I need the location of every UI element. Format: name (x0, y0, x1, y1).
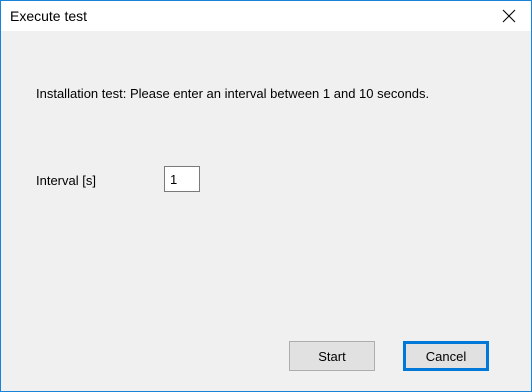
close-icon (501, 8, 517, 24)
start-button[interactable]: Start (289, 341, 375, 371)
dialog-window: Execute test Installation test: Please e… (0, 0, 532, 392)
instruction-text: Installation test: Please enter an inter… (36, 86, 430, 101)
title-bar: Execute test (1, 1, 531, 31)
dialog-content: Installation test: Please enter an inter… (1, 31, 531, 391)
cancel-button[interactable]: Cancel (403, 341, 489, 371)
window-title: Execute test (10, 8, 88, 24)
interval-label: Interval [s] (36, 173, 96, 188)
interval-input[interactable] (164, 166, 200, 192)
close-button[interactable] (487, 1, 531, 31)
